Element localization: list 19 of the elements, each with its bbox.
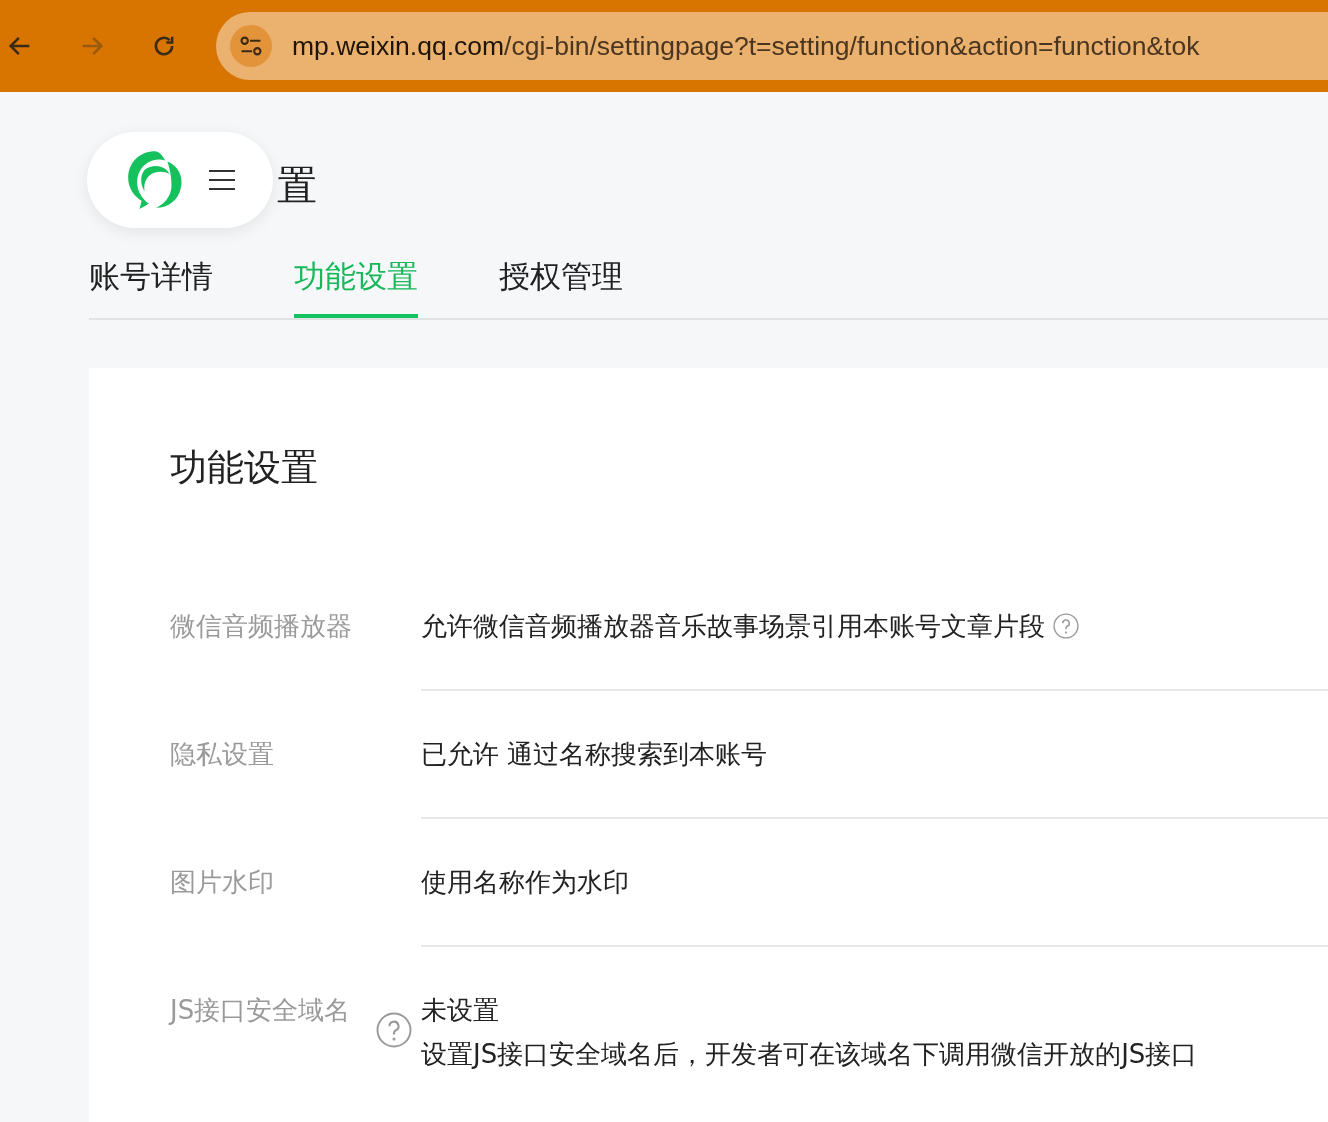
help-icon[interactable] [376,1012,412,1048]
setting-label: 隐私设置 [170,738,275,771]
help-icon[interactable] [1053,613,1079,639]
setting-label: 微信音频播放器 [170,610,353,643]
site-settings-icon[interactable] [230,25,272,67]
card-title: 功能设置 [170,445,319,491]
setting-value: 未设置 [421,994,499,1027]
setting-label: 图片水印 [170,866,275,899]
setting-value: 已允许 通过名称搜索到本账号 [421,738,768,771]
setting-value: 设置JS接口安全域名后，开发者可在该域名下调用微信开放的JS接口 [421,1038,1198,1071]
tab[interactable]: 授权管理 [499,242,623,304]
address-bar[interactable]: mp.weixin.qq.com/cgi-bin/settingpage?t=setting/function&action=function&tok [216,12,1328,80]
setting-value: 使用名称作为水印 [421,866,629,899]
setting-label: JS接口安全域名 [170,994,352,1027]
tab[interactable]: 账号详情 [89,242,213,304]
menu-icon[interactable] [208,168,236,192]
setting-value: 允许微信音频播放器音乐故事场景引用本账号文章片段 [421,610,1045,643]
url-text: mp.weixin.qq.com/cgi-bin/settingpage?t=setting/function&action=function&tok [292,30,1200,62]
page-title: 置 [277,161,317,210]
